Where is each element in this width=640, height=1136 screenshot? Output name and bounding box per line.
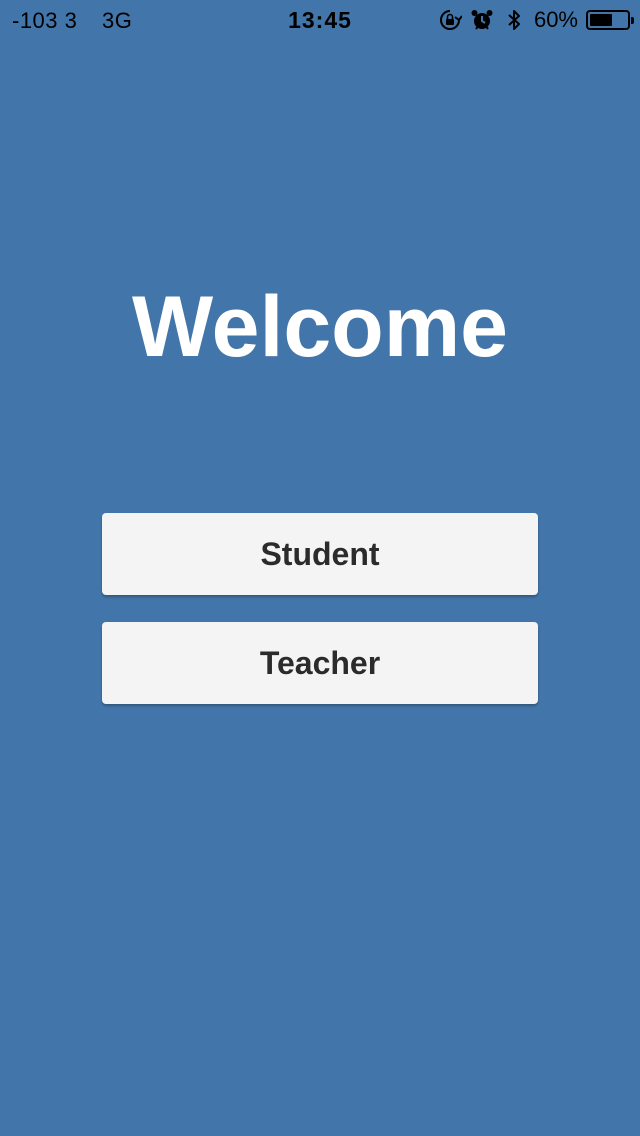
welcome-title: Welcome	[132, 279, 508, 375]
status-bar: -103 3 3G 13:45 60%	[0, 0, 640, 40]
battery-nub	[631, 17, 634, 24]
orientation-lock-icon	[438, 8, 463, 32]
student-button[interactable]: Student	[102, 513, 538, 595]
battery-icon	[586, 10, 634, 30]
alarm-icon	[470, 8, 494, 32]
status-icons: 60%	[438, 7, 634, 33]
bluetooth-icon	[502, 8, 526, 32]
battery-percent: 60%	[533, 7, 578, 32]
battery-level	[590, 14, 612, 26]
teacher-button[interactable]: Teacher	[102, 622, 538, 704]
